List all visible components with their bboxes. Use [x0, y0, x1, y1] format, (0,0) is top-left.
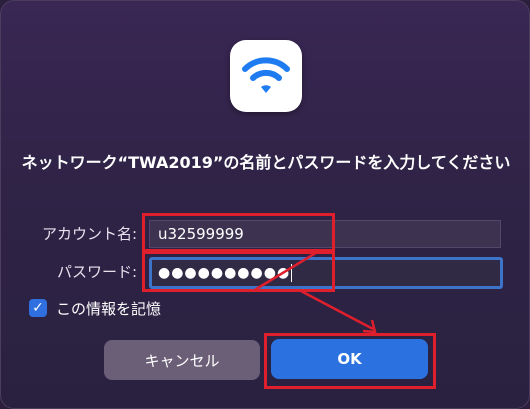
account-name-label: アカウント名:	[41, 225, 137, 243]
remember-option[interactable]: ✓ この情報を記憶	[29, 298, 161, 318]
dialog-message: ネットワーク“TWA2019”の名前とパスワードを入力してください	[21, 153, 511, 172]
remember-label: この情報を記憶	[56, 299, 162, 318]
checkmark-icon: ✓	[32, 300, 44, 316]
network-login-dialog: ネットワーク“TWA2019”の名前とパスワードを入力してください アカウント名…	[0, 0, 530, 409]
annotation-arrowhead	[362, 319, 377, 334]
wifi-app-icon-tile	[230, 40, 302, 112]
annotation-box-account	[142, 213, 335, 252]
annotation-box-password	[142, 251, 335, 292]
remember-checkbox[interactable]: ✓	[29, 299, 47, 317]
annotation-box-ok	[264, 333, 436, 389]
cancel-button[interactable]: キャンセル	[104, 340, 260, 380]
wifi-icon	[242, 57, 290, 93]
password-label: パスワード:	[56, 263, 137, 281]
annotation-arrow-line-2	[300, 289, 374, 331]
